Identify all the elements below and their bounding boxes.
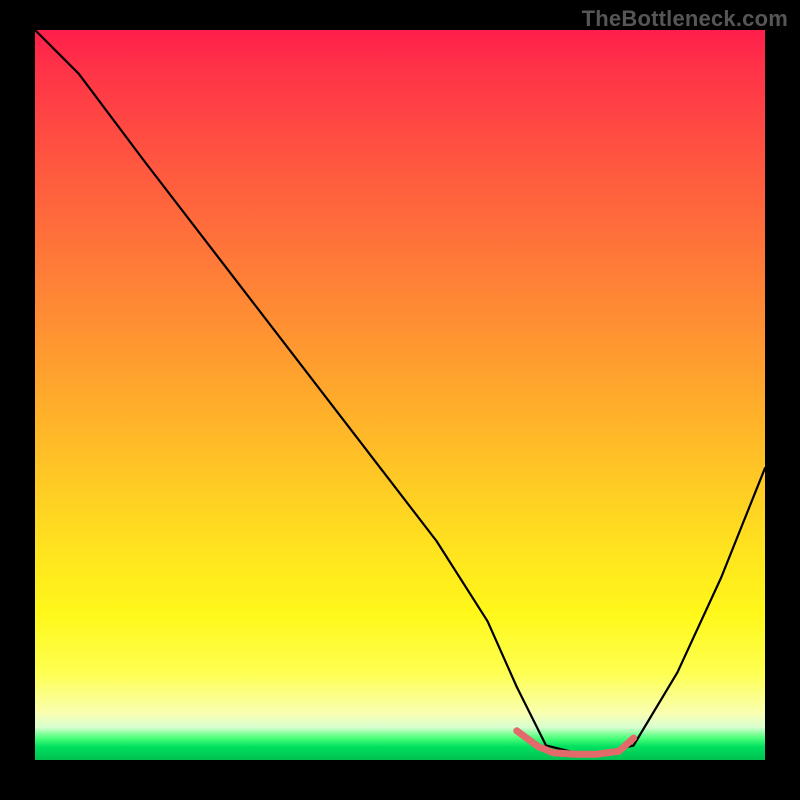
chart-svg bbox=[35, 30, 765, 760]
chart-area bbox=[35, 30, 765, 760]
watermark-text: TheBottleneck.com bbox=[582, 6, 788, 32]
chart-curve bbox=[35, 30, 765, 753]
chart-marker-minimum bbox=[517, 731, 634, 754]
